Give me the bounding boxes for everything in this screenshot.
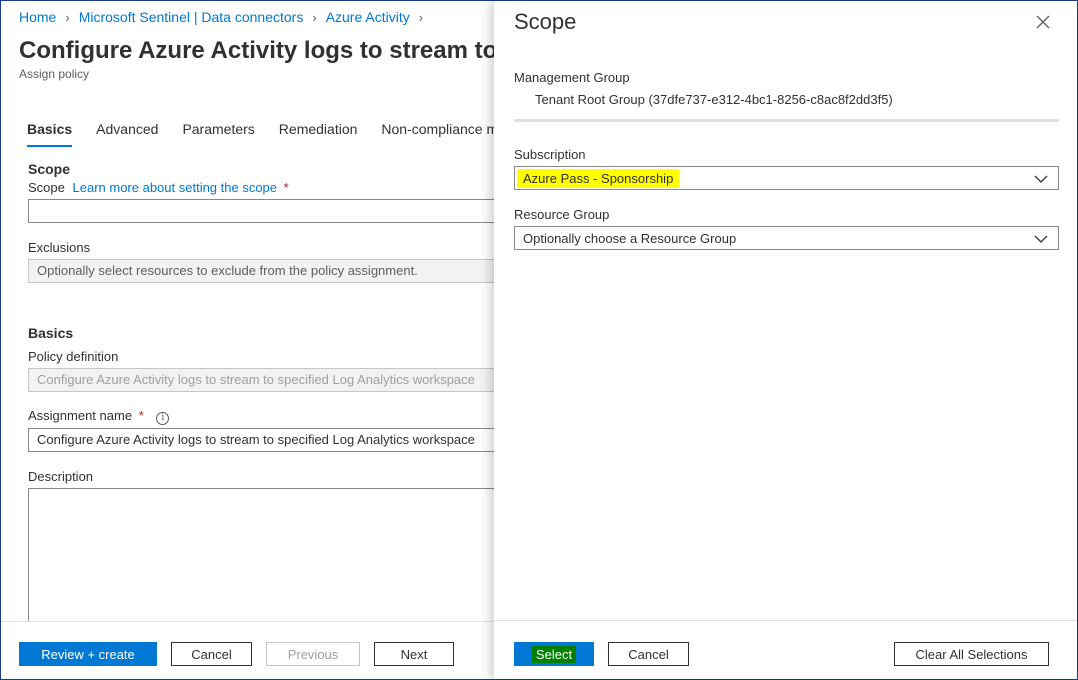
assignment-name-label-row: Assignment name * i [28,408,170,425]
assign-policy-page: Home › Microsoft Sentinel | Data connect… [1,1,501,679]
description-label: Description [28,469,94,484]
previous-button[interactable]: Previous [266,642,360,666]
next-button[interactable]: Next [374,642,454,666]
breadcrumb-sentinel-data-connectors[interactable]: Microsoft Sentinel | Data connectors [79,9,304,25]
resource-group-dropdown[interactable]: Optionally choose a Resource Group [514,226,1059,250]
resource-group-label: Resource Group [514,207,610,222]
management-group-label: Management Group [514,70,630,85]
info-icon[interactable]: i [156,412,170,425]
subscription-selected-value: Azure Pass - Sponsorship [517,168,680,188]
tab-parameters[interactable]: Parameters [182,121,254,147]
tab-advanced[interactable]: Advanced [96,121,158,147]
panel-cancel-button[interactable]: Cancel [608,642,689,666]
management-group-value: Tenant Root Group (37dfe737-e312-4bc1-82… [535,92,893,107]
review-create-button[interactable]: Review + create [19,642,157,666]
learn-more-scope-link[interactable]: Learn more about setting the scope [73,180,278,195]
policy-definition-label: Policy definition [28,349,119,364]
divider [514,119,1059,122]
tab-non-compliance-messages[interactable]: Non-compliance me [381,121,501,147]
assignment-name-label: Assignment name [28,408,133,423]
page-subtitle: Assign policy [19,67,90,81]
clear-all-selections-button[interactable]: Clear All Selections [894,642,1049,666]
subscription-label: Subscription [514,147,586,162]
assignment-name-input[interactable]: Configure Azure Activity logs to stream … [28,428,501,452]
tab-basics[interactable]: Basics [27,121,73,147]
tab-bar: Basics Advanced Parameters Remediation N… [27,121,501,147]
scope-panel: Scope Management Group Tenant Root Group… [494,1,1077,679]
subscription-dropdown[interactable]: Azure Pass - Sponsorship [514,166,1059,190]
select-button-label: Select [531,645,577,663]
scope-section-title: Scope [28,161,71,177]
page-title: Configure Azure Activity logs to stream … [19,37,501,64]
breadcrumb-azure-activity[interactable]: Azure Activity [326,9,410,25]
policy-definition-field: Configure Azure Activity logs to stream … [28,368,501,392]
breadcrumb: Home › Microsoft Sentinel | Data connect… [19,9,432,25]
scope-label-row: Scope Learn more about setting the scope… [28,180,289,195]
tab-remediation[interactable]: Remediation [279,121,358,147]
chevron-right-icon: › [65,9,70,25]
panel-footer: Select Cancel Clear All Selections [494,620,1077,679]
cancel-button[interactable]: Cancel [171,642,252,666]
chevron-down-icon [1034,232,1048,247]
close-icon[interactable] [1034,13,1052,31]
scope-input[interactable] [28,199,501,223]
panel-title: Scope [514,9,577,34]
resource-group-selected-value: Optionally choose a Resource Group [523,230,737,246]
basics-section-title: Basics [28,325,74,341]
breadcrumb-home[interactable]: Home [19,9,56,25]
description-textarea[interactable] [28,488,501,628]
exclusions-label: Exclusions [28,240,91,255]
chevron-down-icon [1034,172,1048,187]
chevron-right-icon: › [418,9,424,25]
chevron-right-icon: › [312,9,317,25]
left-footer: Review + create Cancel Previous Next [1,621,501,679]
required-asterisk: * [283,180,289,195]
exclusions-input[interactable]: Optionally select resources to exclude f… [28,259,501,283]
select-button[interactable]: Select [514,642,594,666]
required-asterisk: * [138,408,144,423]
scope-label: Scope [28,180,65,195]
